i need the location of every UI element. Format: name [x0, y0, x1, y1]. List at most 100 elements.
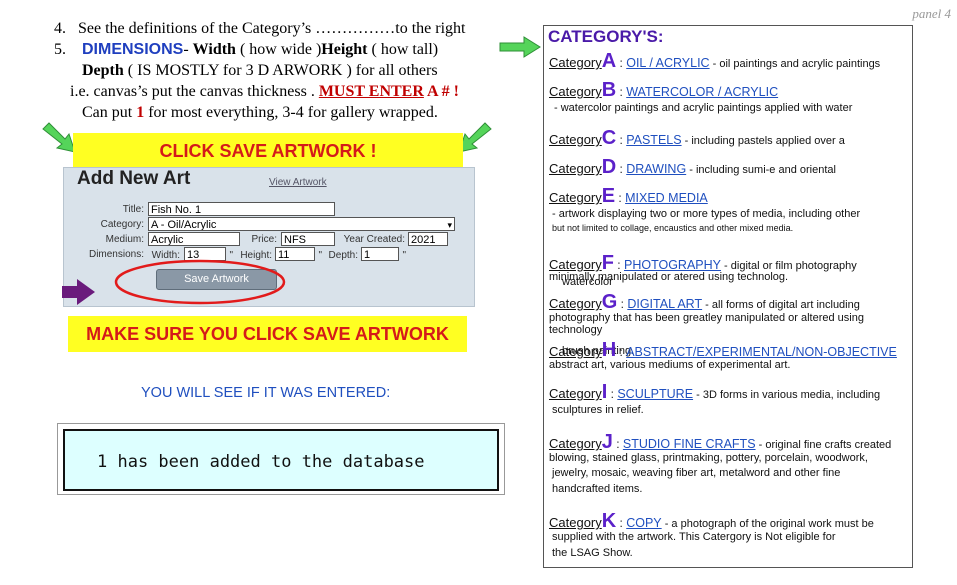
instruction-canvas: i.e. canvas’s put the canvas thickness .…	[54, 81, 504, 102]
price-label: Price:	[251, 234, 277, 245]
instruction-5: 5. DIMENSIONS- Width ( how wide )Height …	[54, 39, 504, 60]
category-colon: :	[616, 345, 627, 359]
category-colon: :	[612, 437, 623, 451]
category-select[interactable]: A - Oil/Acrylic ▾	[148, 217, 455, 231]
depth-label: Depth:	[328, 250, 358, 261]
step-number: 5.	[54, 41, 66, 58]
height-word: Height	[321, 41, 368, 58]
result-box: 1 has been added to the database	[63, 429, 499, 491]
category-desc: - original fine crafts created	[755, 439, 892, 451]
category-colon: :	[617, 297, 628, 311]
category-letter: B	[601, 79, 617, 101]
arrow-right-purple-icon	[62, 279, 95, 305]
category-extra-text: abstract art, various mediums of experim…	[549, 359, 791, 371]
category-item-a: CategoryA : OIL / ACRYLIC - oil painting…	[549, 50, 880, 73]
category-desc: - all forms of digital art including	[702, 299, 860, 311]
category-name[interactable]: DRAWING	[626, 162, 686, 176]
category-colon: :	[615, 191, 626, 205]
price-input[interactable]: NFS	[281, 232, 335, 246]
category-extra-text: blowing, stained glass, printmaking, pot…	[549, 452, 868, 464]
category-desc: - including pastels applied over a	[681, 135, 845, 147]
instruction-gallery: Can put 1 for most everything, 3-4 for g…	[54, 102, 504, 123]
category-extra-text: supplied with the artwork. This Catergor…	[552, 531, 836, 543]
category-extra-text: handcrafted items.	[552, 483, 643, 495]
category-word: Category	[549, 515, 602, 530]
category-word: Category	[549, 161, 602, 176]
category-item-c: CategoryC : PASTELS - including pastels …	[549, 127, 845, 150]
category-letter: A	[601, 50, 617, 72]
category-item-b: CategoryB : WATERCOLOR / ACRYLIC	[549, 79, 778, 102]
category-colon: :	[616, 85, 627, 99]
category-label: Category:	[100, 219, 144, 230]
category-letter: E	[601, 185, 616, 207]
category-extra-text: technology	[549, 324, 603, 336]
instructions: 4. See the definitions of the Category’s…	[54, 18, 504, 123]
category-selected: A - Oil/Acrylic	[151, 219, 217, 231]
highlight-ellipse	[114, 259, 286, 305]
form-title: Add New Art	[77, 168, 191, 189]
category-name[interactable]: OIL / ACRYLIC	[626, 56, 709, 70]
make-sure-banner: MAKE SURE YOU CLICK SAVE ARTWORK	[68, 316, 467, 352]
category-word: Category	[549, 436, 602, 451]
category-name[interactable]: COPY	[626, 516, 661, 530]
categories-title: CATEGORY'S:	[548, 27, 664, 46]
category-letter: D	[601, 156, 617, 178]
depth-word: Depth	[82, 62, 124, 79]
instruction-4: 4. See the definitions of the Category’s…	[54, 18, 504, 39]
category-word: Category	[549, 296, 602, 311]
category-name[interactable]: STUDIO FINE CRAFTS	[623, 437, 756, 451]
category-name[interactable]: PASTELS	[626, 133, 681, 147]
category-extra-text: sculptures in relief.	[552, 404, 644, 416]
depth-input[interactable]: 1	[361, 247, 399, 261]
category-name[interactable]: DIGITAL ART	[627, 297, 702, 311]
step-text: See the definitions of the Category’s ………	[78, 20, 466, 37]
category-desc: - 3D forms in various media, including	[693, 389, 881, 401]
category-extra-text: the LSAG Show.	[552, 547, 633, 559]
category-colon: :	[616, 56, 627, 70]
category-name[interactable]: SCULPTURE	[617, 387, 693, 401]
category-word: Category	[549, 55, 602, 70]
result-frame: 1 has been added to the database	[57, 423, 505, 495]
category-item-i: CategoryI : SCULPTURE - 3D forms in vari…	[549, 381, 880, 404]
step-number: 4.	[54, 20, 66, 37]
panel-label: panel 4	[912, 6, 951, 21]
chevron-down-icon: ▾	[447, 220, 452, 230]
gallery-note-a: Can put	[82, 104, 137, 121]
category-extra-text: jewelry, mosaic, weaving fiber art, meta…	[552, 467, 841, 479]
year-label: Year Created:	[343, 234, 405, 245]
category-colon: :	[616, 133, 627, 147]
category-name[interactable]: MIXED MEDIA	[625, 191, 708, 205]
category-letter: G	[601, 291, 618, 313]
category-name[interactable]: ABSTRACT/EXPERIMENTAL/NON-OBJECTIVE	[626, 345, 897, 359]
year-input[interactable]: 2021	[408, 232, 448, 246]
dimensions-label: DIMENSIONS	[82, 41, 184, 58]
dash: -	[183, 41, 193, 58]
depth-note: ( IS MOSTLY for 3 D ARWORK ) for all oth…	[123, 62, 438, 79]
category-name[interactable]: WATERCOLOR / ACRYLIC	[626, 85, 778, 99]
category-letter: J	[601, 431, 613, 453]
click-save-banner: CLICK SAVE ARTWORK !	[73, 133, 463, 167]
category-extra-text: but not limited to collage, encaustics a…	[552, 223, 794, 233]
arrow-right-icon	[499, 36, 541, 58]
must-enter-suffix: A # !	[423, 83, 460, 100]
medium-input[interactable]: Acrylic	[148, 232, 240, 246]
category-desc: - oil paintings and acrylic paintings	[709, 58, 881, 70]
category-letter: C	[601, 127, 617, 149]
category-colon: :	[616, 162, 627, 176]
category-desc: - including sumi-e and oriental	[686, 164, 836, 176]
category-extra-text: - watercolor paintings and acrylic paint…	[554, 102, 853, 114]
instruction-depth: Depth ( IS MOSTLY for 3 D ARWORK ) for a…	[54, 60, 504, 81]
category-word: Category	[549, 344, 602, 359]
category-extra-text: - artwork displaying two or more types o…	[552, 208, 861, 220]
result-heading: YOU WILL SEE IF IT WAS ENTERED:	[141, 385, 391, 401]
medium-label: Medium:	[105, 234, 144, 245]
view-artwork-link[interactable]: View Artwork	[269, 177, 327, 188]
must-enter: MUST ENTER	[318, 83, 424, 100]
width-note: ( how wide )	[235, 41, 322, 58]
category-word: Category	[549, 132, 602, 147]
categories-panel: CATEGORY'S: CategoryA : OIL / ACRYLIC - …	[543, 25, 913, 568]
category-extra-text: minimally manipulated or atered using te…	[549, 271, 789, 283]
category-word: Category	[549, 386, 602, 401]
title-input[interactable]: Fish No. 1	[148, 202, 335, 216]
category-desc: - a photograph of the original work must…	[661, 518, 874, 530]
